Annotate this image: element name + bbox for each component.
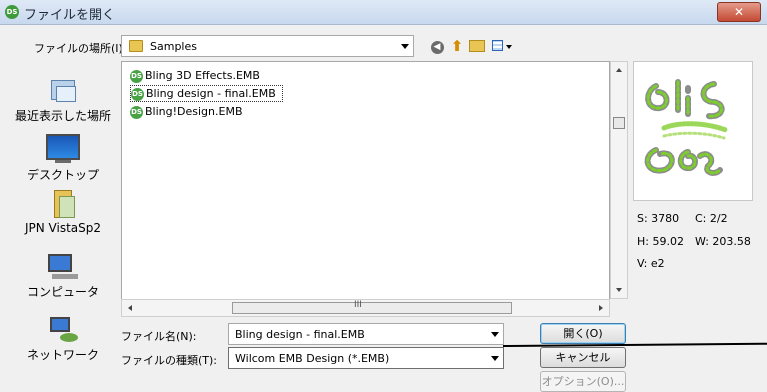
- design-version: V: e2: [637, 257, 665, 270]
- look-in-value: Samples: [150, 40, 197, 53]
- embroidery-preview-image: [644, 79, 729, 176]
- file-item-selected[interactable]: DS Bling design - final.EMB: [130, 85, 283, 102]
- look-in-dropdown[interactable]: Samples: [121, 35, 414, 57]
- place-computer[interactable]: コンピュータ: [13, 254, 113, 300]
- new-folder-button[interactable]: [468, 37, 486, 55]
- color-count: C: 2/2: [695, 212, 728, 225]
- open-button[interactable]: 開く(O): [540, 323, 626, 344]
- window-title: ファイルを開く: [24, 8, 116, 23]
- look-in-label: ファイルの場所(I):: [34, 42, 127, 55]
- file-item[interactable]: DS Bling 3D Effects.EMB: [130, 68, 260, 83]
- title-bar[interactable]: DS ファイルを開く ✕: [0, 0, 767, 25]
- folder-up-icon: ⬆: [450, 37, 464, 55]
- file-name: Bling design - final.EMB: [146, 87, 276, 100]
- place-user-documents[interactable]: JPN VistaSp2: [13, 190, 113, 235]
- scroll-thumb[interactable]: III: [232, 300, 512, 314]
- place-label: デスクトップ: [26, 168, 99, 182]
- back-button[interactable]: ◀: [428, 37, 446, 55]
- user-documents-icon: [52, 190, 75, 218]
- place-desktop[interactable]: デスクトップ: [13, 134, 113, 183]
- file-type-value: Wilcom EMB Design (*.EMB): [235, 352, 390, 365]
- close-button[interactable]: ✕: [717, 2, 761, 22]
- file-name-combo[interactable]: Bling design - final.EMB: [228, 323, 504, 345]
- scroll-up-icon[interactable]: [616, 68, 622, 72]
- place-network[interactable]: ネットワーク: [13, 317, 113, 363]
- vertical-scrollbar[interactable]: [610, 61, 628, 299]
- cancel-button[interactable]: キャンセル: [540, 347, 626, 368]
- stitch-count: S: 3780: [637, 212, 680, 225]
- file-list[interactable]: DS Bling 3D Effects.EMB DS Bling design - …: [121, 61, 610, 317]
- place-label: コンピュータ: [26, 285, 99, 299]
- horizontal-scrollbar[interactable]: III: [121, 299, 610, 317]
- design-width: W: 203.58: [695, 235, 751, 248]
- design-file-icon: DS: [130, 69, 143, 83]
- design-file-icon: DS: [131, 87, 144, 101]
- new-folder-icon: [469, 40, 485, 52]
- back-arrow-icon: ◀: [430, 41, 444, 54]
- places-bar: 最近表示した場所 デスクトップ JPN VistaSp2 コンピュータ ネットワ…: [13, 62, 113, 380]
- file-name: Bling!Design.EMB: [145, 105, 243, 118]
- folder-icon: [129, 40, 143, 52]
- file-name-label: ファイル名(N):: [121, 330, 197, 343]
- design-height: H: 59.02: [637, 235, 684, 248]
- network-icon: [46, 317, 80, 343]
- scroll-grip: III: [354, 300, 362, 310]
- view-menu-button[interactable]: [490, 37, 516, 55]
- place-label: 最近表示した場所: [14, 109, 111, 123]
- place-label: JPN VistaSp2: [24, 221, 102, 235]
- view-menu-icon: [492, 40, 503, 51]
- design-file-icon: DS: [130, 105, 143, 119]
- file-item[interactable]: DS Bling!Design.EMB: [130, 104, 243, 119]
- desktop-icon: [46, 134, 80, 160]
- scroll-thumb[interactable]: [613, 117, 625, 129]
- view-caret-icon: [506, 45, 512, 49]
- scroll-left-icon[interactable]: [128, 305, 132, 311]
- file-name: Bling 3D Effects.EMB: [145, 69, 260, 82]
- chevron-down-icon[interactable]: [401, 44, 409, 49]
- computer-icon: [46, 254, 80, 280]
- file-type-label: ファイルの種類(T):: [121, 354, 218, 367]
- options-button[interactable]: オプション(O)...: [540, 371, 626, 392]
- file-type-dropdown[interactable]: Wilcom EMB Design (*.EMB): [228, 347, 504, 369]
- open-file-dialog: DS ファイルを開く ✕ ファイルの場所(I): Samples ◀ ⬆ 最近表…: [0, 0, 767, 392]
- file-name-value[interactable]: Bling design - final.EMB: [235, 328, 365, 341]
- place-label: ネットワーク: [26, 348, 99, 362]
- scroll-down-icon[interactable]: [616, 288, 622, 292]
- place-recent[interactable]: 最近表示した場所: [13, 78, 113, 124]
- recent-places-icon: [48, 78, 78, 104]
- chevron-down-icon[interactable]: [491, 356, 499, 361]
- design-stats: S: 3780 C: 2/2 H: 59.02 W: 203.58 V: e2: [633, 201, 753, 317]
- scroll-right-icon[interactable]: [599, 305, 603, 311]
- up-folder-button[interactable]: ⬆: [448, 37, 466, 55]
- chevron-down-icon[interactable]: [491, 332, 499, 337]
- design-preview: [633, 61, 753, 201]
- app-icon: DS: [5, 5, 19, 19]
